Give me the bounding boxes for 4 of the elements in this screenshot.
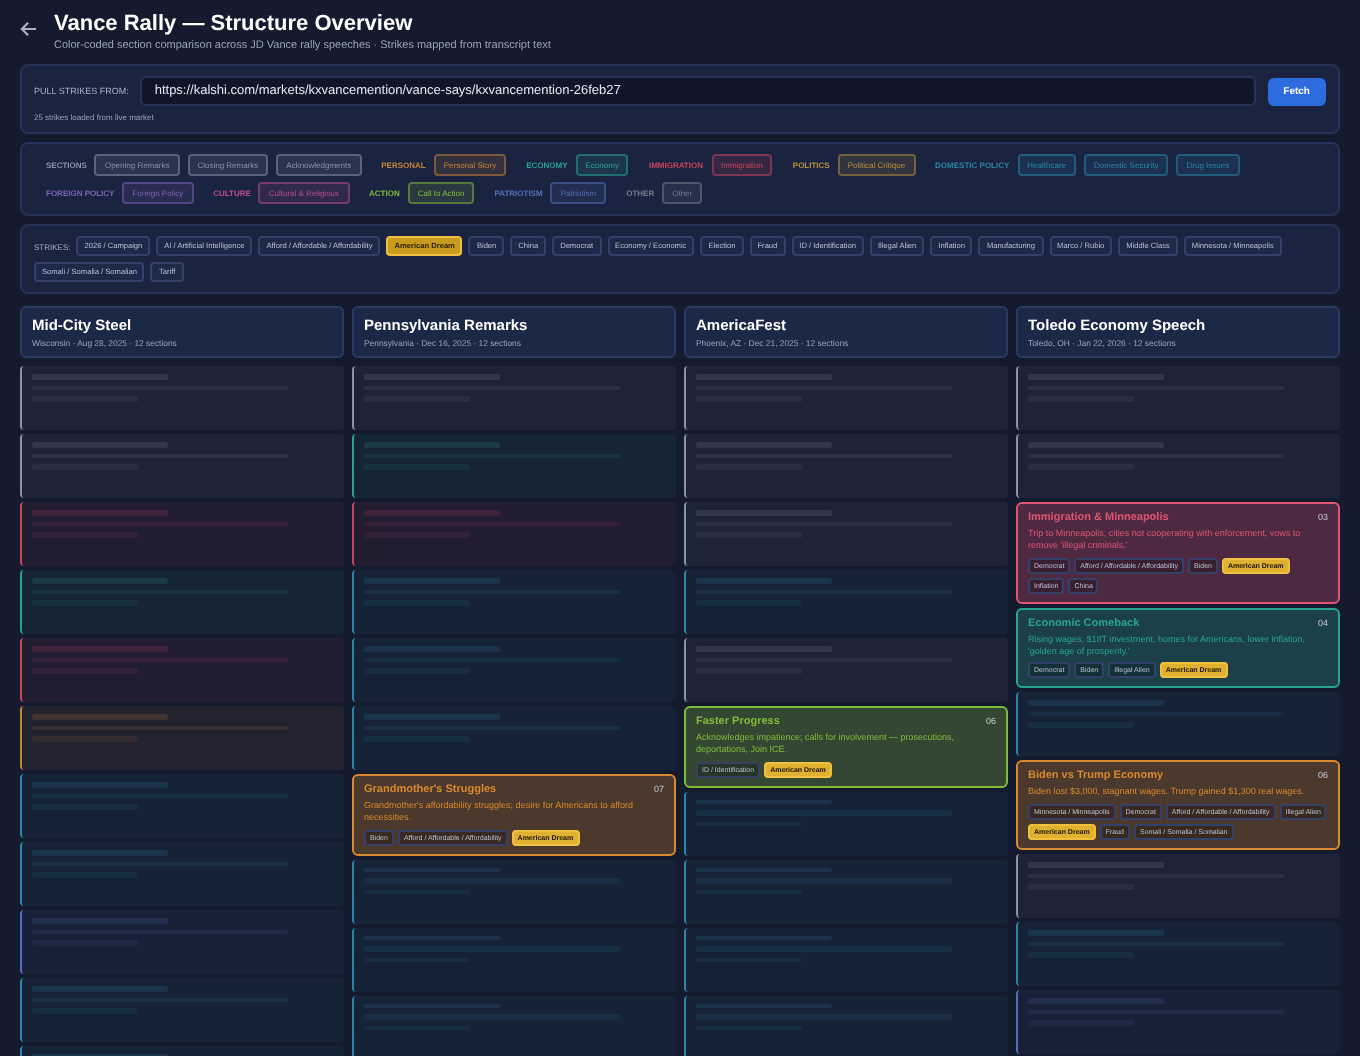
section-card[interactable] [1016,760,1340,851]
page-title: Vance Rally — Structure Overview [54,12,415,36]
back-arrow-icon[interactable] [20,20,38,38]
section-card[interactable] [1016,502,1340,604]
